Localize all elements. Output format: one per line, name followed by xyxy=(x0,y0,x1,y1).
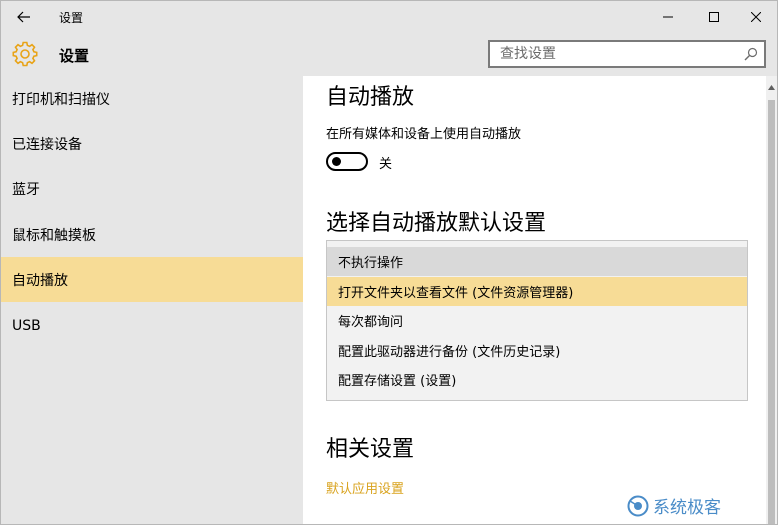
scroll-thumb[interactable] xyxy=(768,100,775,524)
option-take-no-action[interactable]: 不执行操作 xyxy=(327,247,747,276)
autoplay-toggle[interactable] xyxy=(326,152,368,171)
watermark-logo-icon xyxy=(627,495,649,516)
chevron-up-icon xyxy=(768,84,775,90)
scrollbar[interactable] xyxy=(766,76,777,524)
settings-header: 设置 xyxy=(1,32,777,76)
scroll-up-button[interactable] xyxy=(766,76,777,98)
option-configure-backup[interactable]: 配置此驱动器进行备份 (文件历史记录) xyxy=(327,336,747,365)
sidebar-item-printers-scanners[interactable]: 打印机和扫描仪 xyxy=(1,76,303,121)
toggle-state-label: 关 xyxy=(379,157,393,172)
title-bar: 设置 xyxy=(1,1,777,32)
search-box xyxy=(488,40,766,68)
watermark: 系统极客 xyxy=(627,493,721,518)
sidebar-item-autoplay[interactable]: 自动播放 xyxy=(1,257,303,302)
related-settings-heading: 相关设置 xyxy=(326,437,415,462)
back-arrow-icon xyxy=(17,11,30,22)
default-apps-link[interactable]: 默认应用设置 xyxy=(326,478,404,497)
option-ask-every-time[interactable]: 每次都询问 xyxy=(327,306,747,335)
option-configure-storage[interactable]: 配置存储设置 (设置) xyxy=(327,365,747,394)
maximize-button[interactable] xyxy=(691,1,737,32)
defaults-heading: 选择自动播放默认设置 xyxy=(326,211,547,236)
toggle-knob xyxy=(332,157,341,166)
sidebar-item-mouse-touchpad[interactable]: 鼠标和触摸板 xyxy=(1,212,303,257)
close-icon xyxy=(751,11,761,22)
page-title: 设置 xyxy=(59,47,90,65)
sidebar-item-bluetooth[interactable]: 蓝牙 xyxy=(1,166,303,211)
autoplay-description: 在所有媒体和设备上使用自动播放 xyxy=(326,127,522,142)
option-open-folder[interactable]: 打开文件夹以查看文件 (文件资源管理器) xyxy=(327,277,747,306)
search-input[interactable] xyxy=(490,42,730,66)
main-content: 自动播放 在所有媒体和设备上使用自动播放 关 选择自动播放默认设置 不执行操作 … xyxy=(303,76,766,524)
autoplay-default-listbox: 不执行操作 打开文件夹以查看文件 (文件资源管理器) 每次都询问 配置此驱动器进… xyxy=(326,240,748,401)
sidebar: 打印机和扫描仪 已连接设备 蓝牙 鼠标和触摸板 自动播放 USB xyxy=(1,76,303,524)
close-button[interactable] xyxy=(733,1,777,32)
settings-window: 设置 设置 查找设置 打印机和扫描仪 已连接设备 蓝牙 鼠标和触摸板 自动播放 … xyxy=(0,0,778,525)
sidebar-item-usb[interactable]: USB xyxy=(1,303,303,348)
minimize-icon xyxy=(663,16,673,17)
watermark-text: 系统极客 xyxy=(653,498,721,518)
autoplay-heading: 自动播放 xyxy=(326,85,415,110)
search-icon[interactable] xyxy=(744,47,758,61)
minimize-button[interactable] xyxy=(645,1,691,32)
sidebar-item-connected-devices[interactable]: 已连接设备 xyxy=(1,121,303,166)
back-button[interactable] xyxy=(1,1,47,32)
window-title: 设置 xyxy=(59,11,84,25)
gear-icon xyxy=(12,41,38,67)
maximize-icon xyxy=(709,11,719,22)
